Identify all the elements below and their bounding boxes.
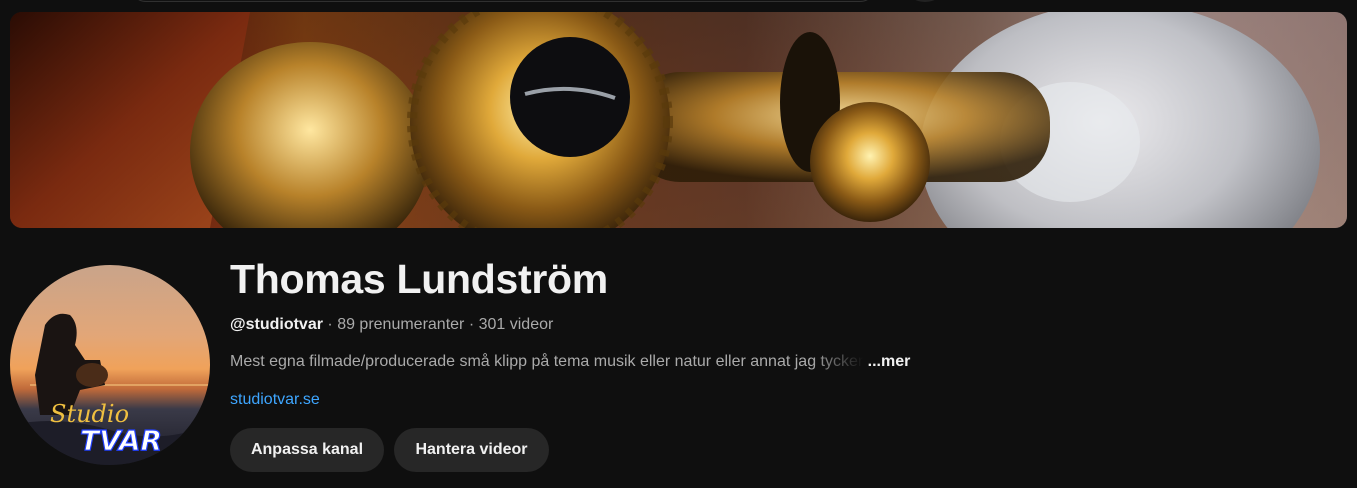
customize-channel-button[interactable]: Anpassa kanal bbox=[230, 428, 384, 472]
channel-meta: @studiotvar · 89 prenumeranter · 301 vid… bbox=[230, 316, 553, 334]
meta-separator: · bbox=[327, 316, 333, 333]
search-bar-edge[interactable] bbox=[130, 0, 876, 2]
video-count: 301 videor bbox=[478, 316, 554, 333]
meta-separator: · bbox=[468, 316, 475, 333]
channel-page: Studio TVAR Thomas Lundström @studiotvar… bbox=[0, 0, 1357, 488]
description-text: Mest egna filmade/producerade små klipp … bbox=[230, 353, 864, 370]
mic-button-edge[interactable] bbox=[905, 0, 945, 2]
channel-handle: @studiotvar bbox=[230, 316, 323, 333]
more-link[interactable]: ...mer bbox=[868, 353, 911, 370]
channel-link[interactable]: studiotvar.se bbox=[230, 391, 320, 409]
channel-avatar[interactable]: Studio TVAR bbox=[10, 265, 210, 465]
channel-description[interactable]: Mest egna filmade/producerade små klipp … bbox=[230, 353, 910, 371]
subscriber-count: 89 prenumeranter bbox=[337, 316, 465, 333]
avatar-text-tvar: TVAR bbox=[80, 424, 162, 457]
channel-title: Thomas Lundström bbox=[230, 256, 608, 302]
channel-banner bbox=[10, 12, 1347, 228]
manage-videos-button[interactable]: Hantera videor bbox=[394, 428, 549, 472]
